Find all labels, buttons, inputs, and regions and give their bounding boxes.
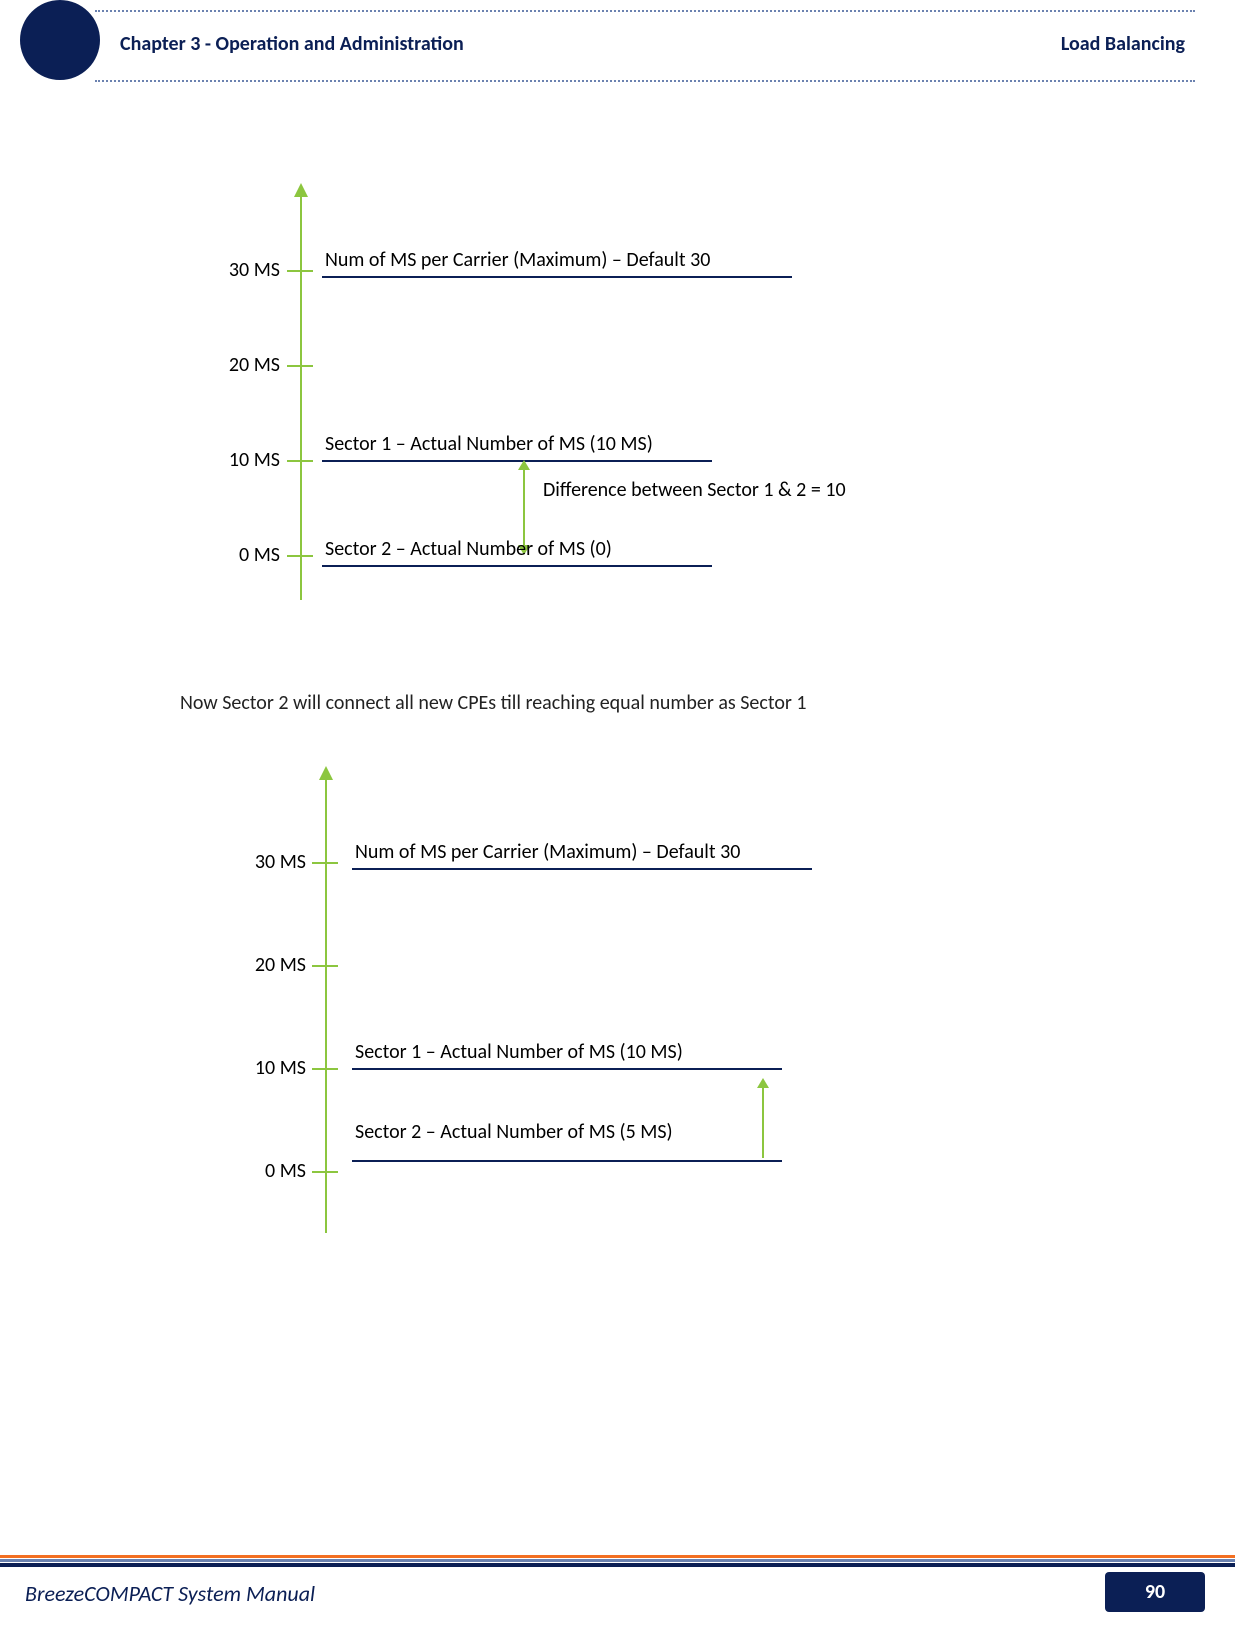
arrow-up-icon bbox=[319, 766, 333, 780]
footer-line-lightblue bbox=[0, 1559, 1235, 1562]
diagram-2-label-0: 0 MS bbox=[228, 1159, 306, 1183]
header-topic: Load Balancing bbox=[1061, 32, 1185, 56]
diagram-1-diff-label: Difference between Sector 1 & 2 = 10 bbox=[543, 478, 846, 502]
body-text: Now Sector 2 will connect all new CPEs t… bbox=[180, 691, 807, 715]
diagram-2-tick-10 bbox=[312, 1068, 338, 1070]
diagram-1-sector2-label: Sector 2 – Actual Number of MS (0) bbox=[325, 537, 612, 561]
diagram-1-sector1-line bbox=[322, 460, 712, 462]
header-chapter-title: Chapter 3 - Operation and Administration bbox=[120, 32, 464, 56]
diagram-2-max-label: Num of MS per Carrier (Maximum) – Defaul… bbox=[355, 840, 740, 864]
diagram-1-tick-10 bbox=[287, 460, 313, 462]
diagram-1-yaxis bbox=[300, 185, 302, 600]
header-top-dotted-line bbox=[95, 10, 1195, 12]
arrow-up-icon bbox=[518, 460, 530, 470]
diagram-2-label-10: 10 MS bbox=[228, 1056, 306, 1080]
diagram-1-sector1-label: Sector 1 – Actual Number of MS (10 MS) bbox=[325, 432, 653, 456]
diagram-2-sector1-line bbox=[352, 1068, 782, 1070]
diagram-2-label-30: 30 MS bbox=[228, 850, 306, 874]
header-circle-decoration bbox=[20, 0, 100, 80]
diagram-1-tick-30 bbox=[287, 270, 313, 272]
diagram-1-label-0: 0 MS bbox=[210, 543, 280, 567]
diagram-2-max-line bbox=[352, 868, 812, 870]
diagram-1-sector2-line bbox=[322, 565, 712, 567]
diagram-1-max-label: Num of MS per Carrier (Maximum) – Defaul… bbox=[325, 248, 710, 272]
diagram-1-label-20: 20 MS bbox=[210, 353, 280, 377]
header-bottom-dotted-line bbox=[95, 80, 1195, 82]
diagram-2-sector1-label: Sector 1 – Actual Number of MS (10 MS) bbox=[355, 1040, 683, 1064]
diagram-1-label-30: 30 MS bbox=[210, 258, 280, 282]
footer-page-number: 90 bbox=[1105, 1572, 1205, 1612]
diagram-1-tick-20 bbox=[287, 365, 313, 367]
diagram-2-sector2-label: Sector 2 – Actual Number of MS (5 MS) bbox=[355, 1120, 673, 1144]
footer-line-orange bbox=[0, 1555, 1235, 1558]
diagram-2-tick-20 bbox=[312, 965, 338, 967]
diagram-2-tick-30 bbox=[312, 862, 338, 864]
diagram-1-label-10: 10 MS bbox=[210, 448, 280, 472]
diagram-1-tick-0 bbox=[287, 555, 313, 557]
diagram-2-yaxis bbox=[325, 768, 327, 1233]
arrow-up-icon bbox=[757, 1078, 769, 1088]
diagram-2-sector2-line bbox=[352, 1160, 782, 1162]
diagram-2-tick-0 bbox=[312, 1171, 338, 1173]
diagram-2-rising-arrow bbox=[762, 1080, 764, 1158]
arrow-up-icon bbox=[294, 183, 308, 197]
footer-line-navy bbox=[0, 1563, 1235, 1567]
diagram-1-max-line bbox=[322, 276, 792, 278]
footer-manual-title: BreezeCOMPACT System Manual bbox=[25, 1580, 315, 1607]
diagram-2-label-20: 20 MS bbox=[228, 953, 306, 977]
